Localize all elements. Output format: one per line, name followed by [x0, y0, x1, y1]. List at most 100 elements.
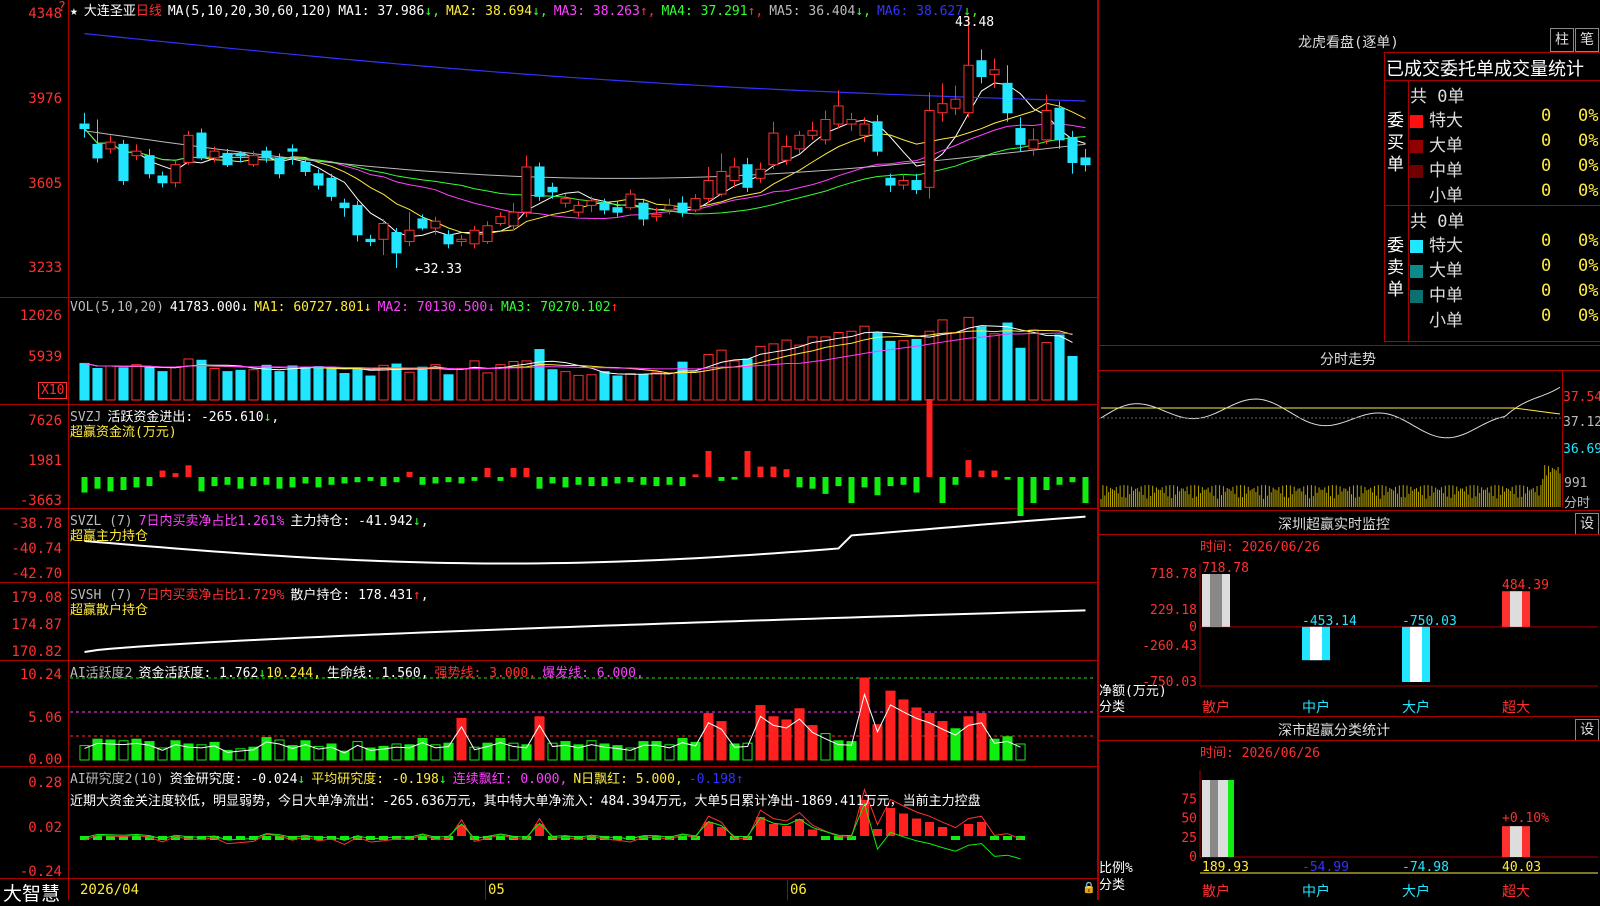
- buy-total: 共 0单: [1410, 87, 1465, 107]
- candle-body: [79, 123, 90, 130]
- monitor-y-label: 0: [1189, 620, 1197, 635]
- ai-active-bar: [456, 717, 467, 761]
- ai-research-bar: [131, 836, 142, 840]
- fund-flow-bar: [445, 477, 452, 483]
- vol-value: 41783.000: [169, 300, 241, 315]
- volume-bar: [1028, 329, 1039, 401]
- candle-body: [937, 103, 948, 114]
- monitor-settings-button[interactable]: 设: [1575, 513, 1599, 535]
- ai-active-bar: [118, 740, 129, 761]
- x-label-2: 05: [488, 882, 505, 898]
- vol-ma2: MA2: 70130.500: [377, 300, 488, 315]
- ai-active-bar: [1002, 736, 1013, 761]
- ai2-comment: 近期大资金关注度较低，明显弱势，今日大单净流出：-265.636万元，其中特大单…: [70, 794, 981, 809]
- candle-body: [508, 211, 519, 227]
- fund-flow-bar: [146, 477, 153, 487]
- stat-category-label: 散户: [1202, 883, 1230, 900]
- ai-active-bar: [105, 739, 116, 761]
- fund-flow-bar: [614, 477, 621, 484]
- volume-bar: [443, 374, 454, 401]
- ai2-header: AI研究度2(10) 资金研究度: -0.024↓ 平均研究度: -0.198↓ 连续…: [70, 768, 750, 787]
- intraday-y-3: 36.69: [1563, 442, 1600, 457]
- candle-body: [1002, 82, 1013, 114]
- fund-flow-bar: [380, 477, 387, 487]
- fund-flow-bar: [484, 467, 491, 477]
- fund-flow-bar: [133, 477, 140, 488]
- candle-body: [859, 123, 870, 136]
- ai-active-bar: [924, 713, 935, 761]
- ai-active-bar: [92, 738, 103, 761]
- candle-body: [651, 213, 662, 218]
- candle-body: [430, 220, 441, 229]
- fund-flow-bar: [471, 477, 478, 481]
- volume-bar: [287, 365, 298, 401]
- fund-flow-bar: [887, 477, 894, 487]
- volume-bar: [430, 364, 441, 401]
- ai-active-bar: [755, 705, 766, 761]
- buy-color-swatch: [1410, 139, 1423, 153]
- main-header: ★ 大连圣亚日线 MA(5,10,20,30,60,120) MA1: 37.986↓…: [70, 0, 991, 19]
- buy-color-swatch: [1410, 189, 1423, 203]
- period-label[interactable]: 日线: [136, 4, 162, 19]
- ai-research-bar: [781, 826, 792, 836]
- candle-body: [118, 143, 129, 182]
- svsh-y-3: 170.82: [11, 644, 62, 660]
- volume-bar: [170, 366, 181, 401]
- monitor-category-label: 散户: [1202, 699, 1230, 716]
- stat-settings-button[interactable]: 设: [1575, 719, 1599, 741]
- lock-icon[interactable]: 🔒: [1082, 881, 1096, 894]
- retail-holding-line: [84, 609, 1086, 653]
- svsh-comma: ,: [420, 588, 429, 603]
- order-stat-tabs[interactable]: 已成交委托单成交量统计: [1386, 55, 1600, 81]
- volume-bar: [911, 338, 922, 401]
- monitor-category-label: 大户: [1402, 699, 1430, 716]
- candle-body: [404, 229, 415, 243]
- stat-bar-retail: [1202, 780, 1232, 857]
- buy-name: 大单: [1429, 136, 1463, 156]
- tick-mode-button[interactable]: 笔: [1575, 28, 1599, 52]
- candle-body: [92, 143, 103, 159]
- volume-bar: [898, 340, 909, 401]
- fund-flow-bar: [302, 477, 309, 484]
- vol-unit-badge[interactable]: X10: [38, 382, 68, 399]
- candle-body: [664, 204, 675, 211]
- candle-body: [417, 218, 428, 229]
- volume-bar: [1054, 334, 1065, 401]
- ai-active-bar: [209, 741, 220, 761]
- svzl-y-3: -42.70: [11, 566, 62, 582]
- ai2-n-day: N日飘红: 5.000,: [573, 772, 683, 787]
- monitor-category-label: 超大: [1502, 700, 1530, 716]
- ai-active-bar: [703, 713, 714, 761]
- fund-flow-bar: [250, 477, 257, 487]
- fund-flow-bar: [354, 477, 361, 483]
- fund-flow-bar: [159, 470, 166, 477]
- intraday-y-2: 37.12: [1563, 415, 1600, 430]
- high-price-label: 43.48: [955, 15, 995, 30]
- candlestick-chart[interactable]: [0, 0, 1098, 900]
- bar-mode-button[interactable]: 柱: [1550, 28, 1574, 52]
- y-label-2: 3976: [28, 91, 62, 107]
- vol-ma3: MA3: 70270.102: [501, 300, 611, 315]
- ai2-title: AI研究度2(10): [70, 772, 164, 787]
- buy-order-label: 委买单: [1387, 111, 1404, 175]
- candle-body: [495, 216, 506, 224]
- ai-active-bar: [586, 740, 597, 761]
- volume-bar: [937, 319, 948, 401]
- volume-bar: [339, 373, 350, 401]
- fund-flow-bar: [575, 477, 582, 485]
- star-icon[interactable]: ★: [70, 4, 78, 19]
- vol-header: VOL(5,10,20) 41783.000↓ MA1: 60727.801↓ MA2…: [70, 300, 624, 315]
- ma-arrow-1: ↓,: [424, 4, 440, 19]
- candle-body: [781, 146, 792, 161]
- fund-flow-bar: [419, 477, 426, 485]
- ai-research-bar: [963, 824, 974, 836]
- candle-body: [599, 202, 610, 211]
- ma-arrow-5: ↓,: [855, 4, 871, 19]
- ai-research-bar: [872, 829, 883, 836]
- sell-percent: 0%: [1578, 281, 1599, 301]
- candle-body: [300, 161, 311, 172]
- volume-bar: [261, 364, 272, 401]
- ai-research-bar: [885, 808, 896, 836]
- volume-bar: [1015, 347, 1026, 401]
- y-label-4: 3233: [28, 260, 62, 276]
